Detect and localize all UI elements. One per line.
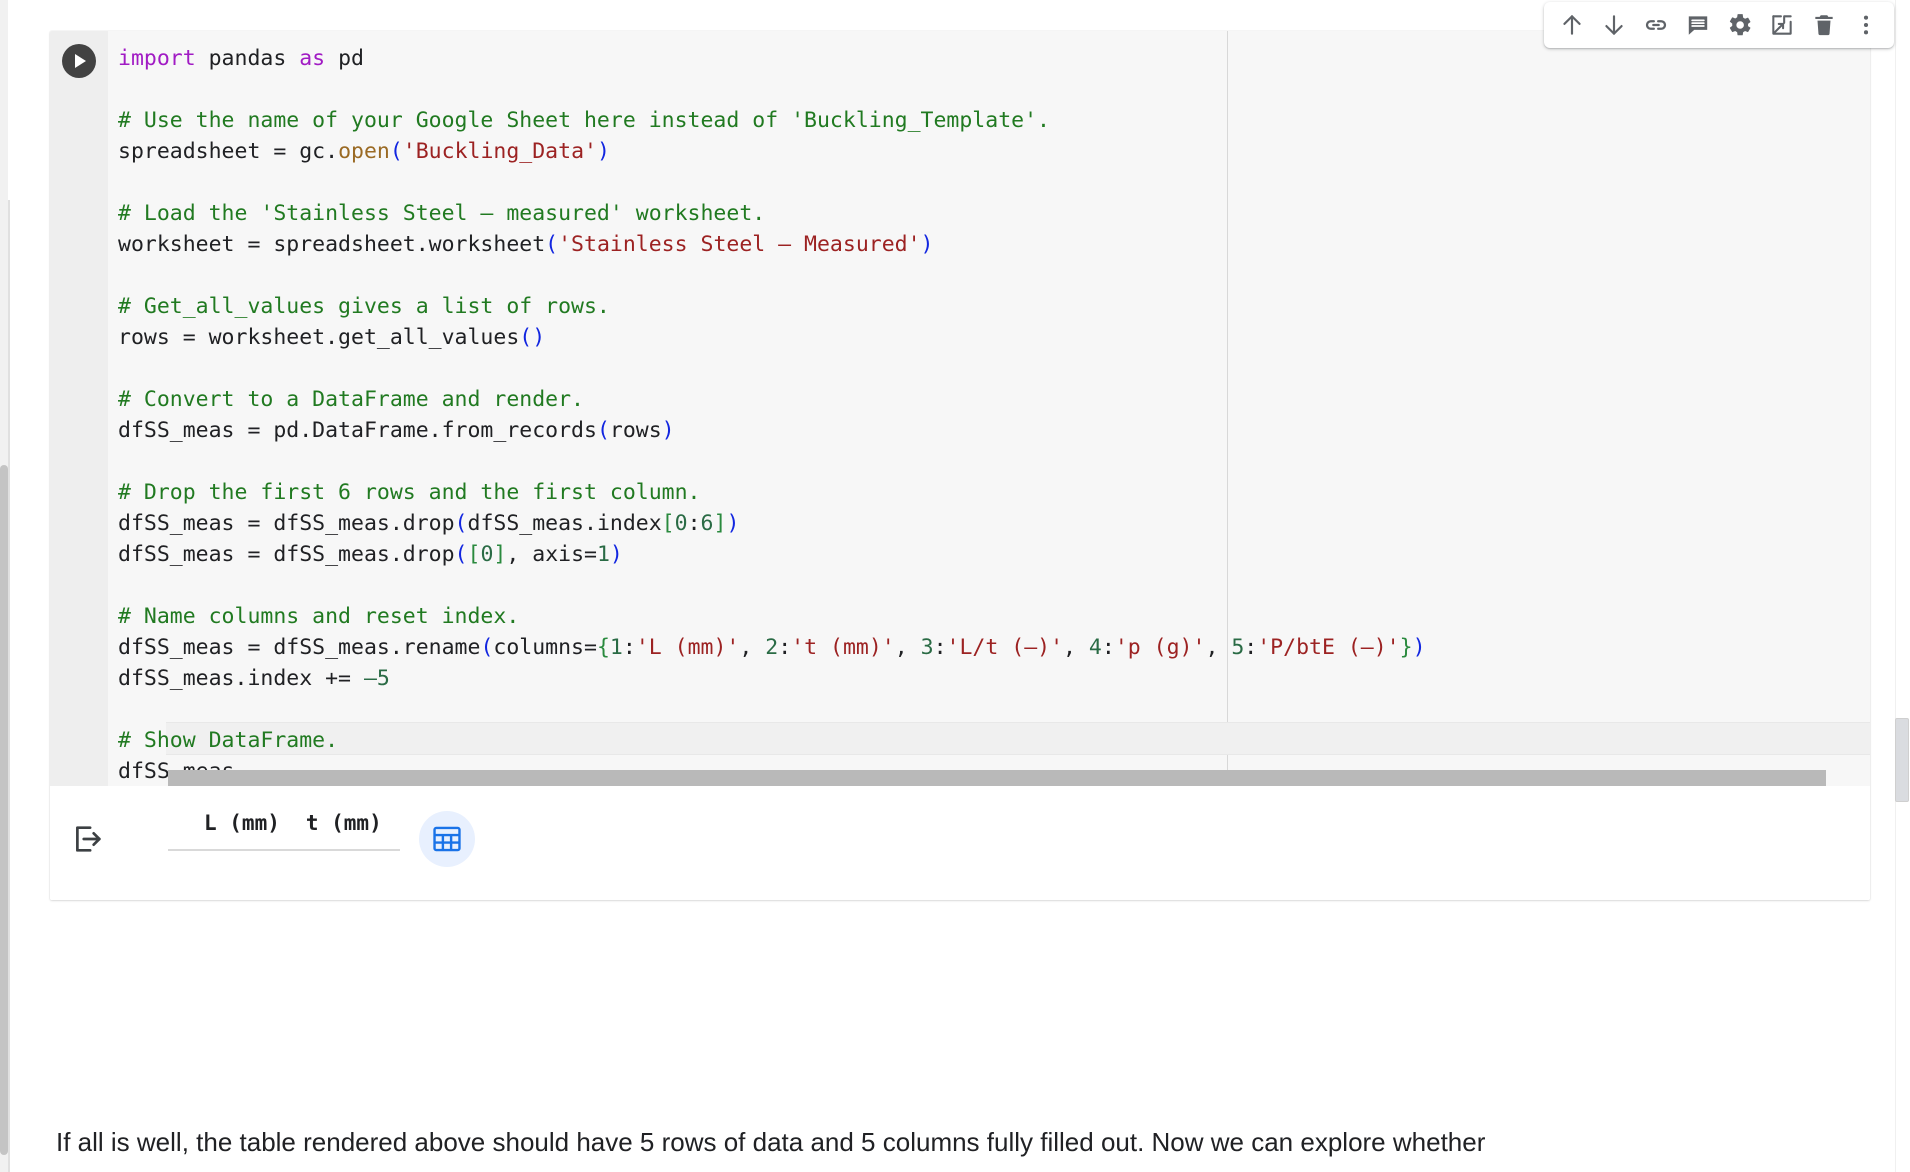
code-line: # Load the 'Stainless Steel – measured' …	[118, 201, 766, 226]
dataframe-column-headers: L (mm) t (mm)	[168, 811, 400, 835]
cell-settings-icon[interactable]	[1720, 5, 1760, 45]
notebook-page: import pandas as pd # Use the name of yo…	[0, 0, 1910, 1172]
cell-output: L (mm) t (mm)	[50, 786, 1870, 900]
code-editor[interactable]: import pandas as pd # Use the name of yo…	[50, 31, 1870, 786]
add-comment-icon[interactable]	[1678, 5, 1718, 45]
code-line: rows = worksheet.get_all_values()	[118, 325, 546, 350]
move-cell-up-icon[interactable]	[1552, 5, 1592, 45]
run-cell-button[interactable]	[62, 44, 96, 78]
page-scrollbar-track[interactable]	[0, 0, 8, 1172]
code-scroll-region[interactable]: import pandas as pd # Use the name of yo…	[108, 31, 1870, 786]
code-line: dfSS_meas.index += –5	[118, 666, 390, 691]
code-line: dfSS_meas = pd.DataFrame.from_records(ro…	[118, 418, 675, 443]
left-edge-divider	[8, 200, 10, 1172]
play-icon	[75, 54, 86, 68]
code-line: dfSS_meas = dfSS_meas.drop([0], axis=1)	[118, 542, 623, 567]
window-scrollbar-thumb[interactable]	[1895, 718, 1909, 802]
code-cell[interactable]: import pandas as pd # Use the name of yo…	[50, 31, 1870, 900]
delete-cell-icon[interactable]	[1804, 5, 1844, 45]
dataframe-preview: L (mm) t (mm)	[168, 811, 400, 851]
more-cell-actions-icon[interactable]	[1846, 5, 1886, 45]
show-output-icon[interactable]	[66, 817, 110, 861]
source-code[interactable]: import pandas as pd # Use the name of yo…	[108, 31, 1870, 786]
mirror-cell-in-tab-icon[interactable]	[1762, 5, 1802, 45]
code-horizontal-scrollbar[interactable]	[168, 770, 1826, 786]
code-line: import pandas as pd	[118, 46, 364, 71]
code-line: spreadsheet = gc.open('Buckling_Data')	[118, 139, 610, 164]
interactive-table-button[interactable]	[419, 811, 475, 867]
cell-toolbar	[1544, 2, 1894, 48]
code-line: # Name columns and reset index.	[118, 604, 520, 629]
code-line: # Drop the first 6 rows and the first co…	[118, 480, 701, 505]
code-line: # Convert to a DataFrame and render.	[118, 387, 584, 412]
code-line: # Show DataFrame.	[118, 728, 339, 753]
code-line: # Use the name of your Google Sheet here…	[118, 108, 1050, 133]
dataframe-column-header: t (mm)	[305, 811, 382, 835]
page-scrollbar-thumb[interactable]	[0, 465, 8, 1155]
dataframe-column-header: L (mm)	[204, 811, 280, 835]
code-line: dfSS_meas = dfSS_meas.rename(columns={1:…	[118, 635, 1426, 660]
code-line: # Get_all_values gives a list of rows.	[118, 294, 610, 319]
link-to-cell-icon[interactable]	[1636, 5, 1676, 45]
window-scrollbar-track[interactable]	[1895, 0, 1910, 1172]
move-cell-down-icon[interactable]	[1594, 5, 1634, 45]
code-line: dfSS_meas = dfSS_meas.drop(dfSS_meas.ind…	[118, 511, 740, 536]
markdown-paragraph: If all is well, the table rendered above…	[56, 1127, 1486, 1157]
cell-gutter	[50, 31, 109, 786]
code-line: worksheet = spreadsheet.worksheet('Stain…	[118, 232, 934, 257]
